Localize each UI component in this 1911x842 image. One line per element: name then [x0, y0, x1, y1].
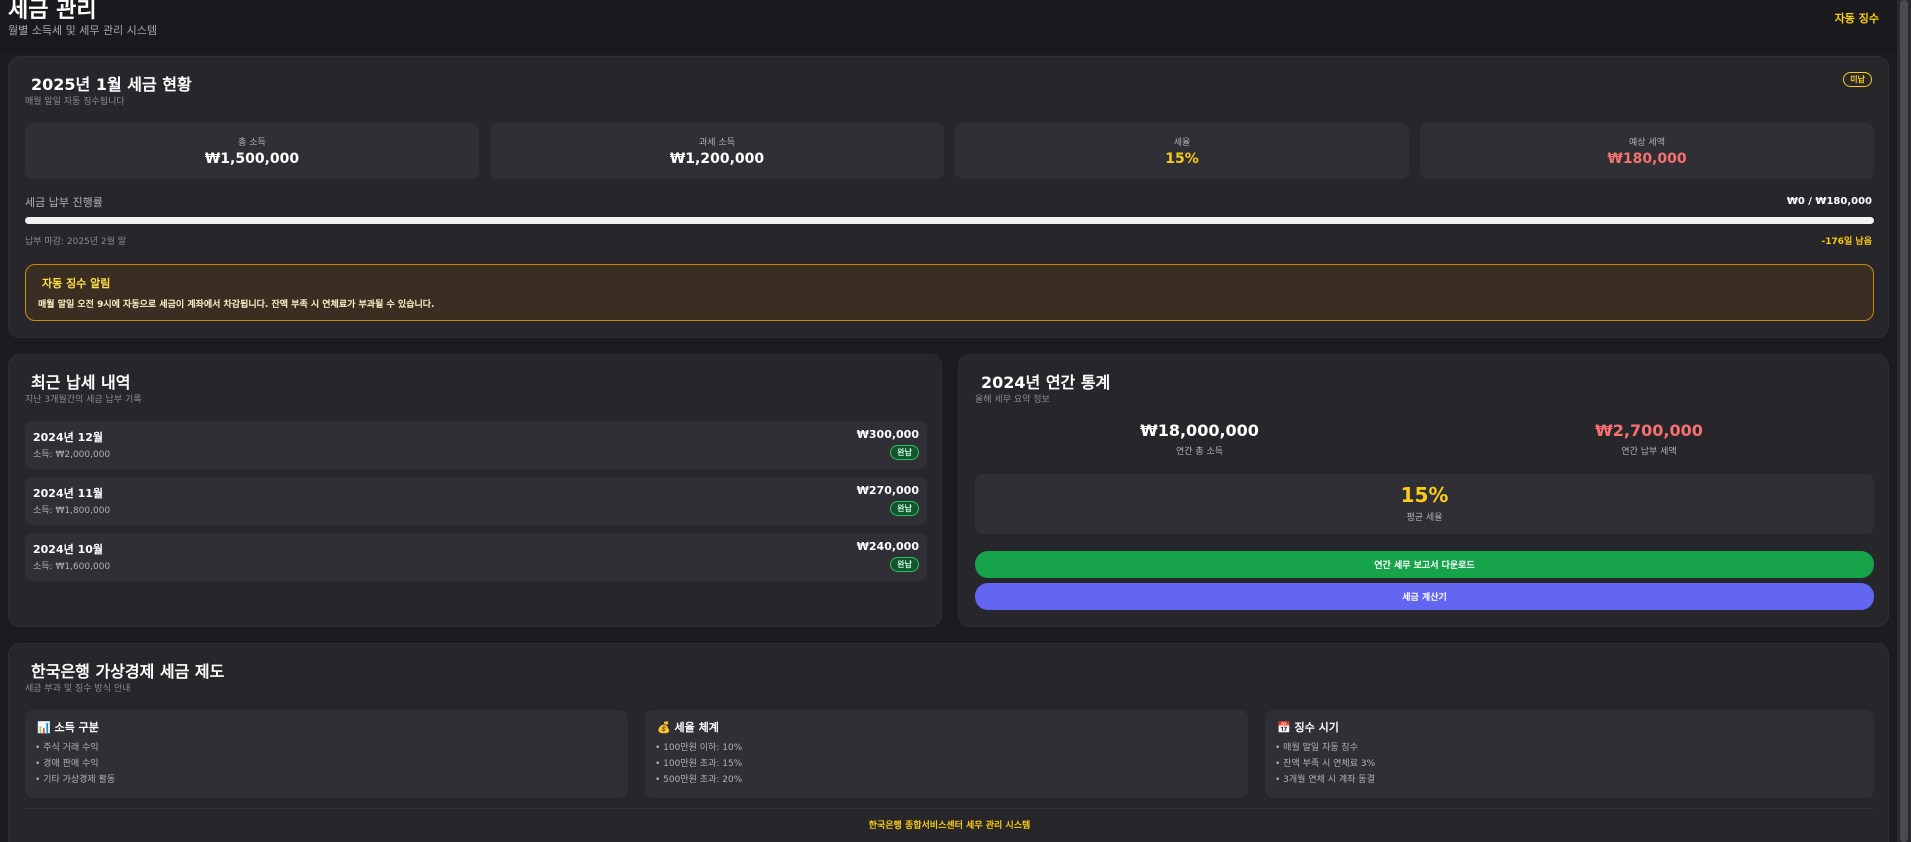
page: 세금 관리 월별 소득세 및 세무 관리 시스템 자동 징수 2025년 1월 … — [0, 0, 1897, 842]
info-list: • 주식 거래 수익 • 경매 판매 수익 • 기타 가상경제 활동 — [35, 740, 115, 788]
avg-rate-label: 평균 세율 — [1406, 513, 1443, 523]
status-subtitle: 매월 말일 자동 징수됩니다 — [25, 97, 125, 107]
tax-rates-box: 💰 세율 체계 • 100만원 이하: 10% • 100만원 초과: 15% … — [645, 710, 1248, 798]
info-item: • 3개월 연체 시 계좌 동결 — [1275, 775, 1375, 785]
recent-title: 최근 납세 내역 — [31, 373, 131, 392]
annual-income-label: 연간 총 소득 — [1175, 447, 1224, 457]
payment-amount: ₩240,000 — [856, 540, 919, 553]
tax-system-card: 한국은행 가상경제 세금 제도 세금 부과 및 징수 방식 안내 📊 소득 구분… — [8, 643, 1889, 842]
info-list: • 100만원 이하: 10% • 100만원 초과: 15% • 500만원 … — [655, 740, 742, 788]
avg-rate-box: 15% 평균 세율 — [975, 474, 1874, 534]
payment-item[interactable]: 2024년 12월 소득: ₩2,000,000 ₩300,000 완납 — [25, 421, 927, 469]
payment-income: 소득: ₩2,000,000 — [33, 450, 111, 460]
payment-month: 2024년 11월 — [33, 487, 103, 500]
status-badge: 미납 — [1843, 72, 1872, 87]
system-subtitle: 세금 부과 및 징수 방식 안내 — [25, 684, 131, 694]
collection-timing-box: 📅 징수 시기 • 매월 말일 자동 징수 • 잔액 부족 시 연체료 3% •… — [1265, 710, 1874, 798]
system-divider — [25, 808, 1874, 809]
progress-label: 세금 납부 진행률 — [25, 196, 103, 209]
payment-month: 2024년 10월 — [33, 543, 103, 556]
info-item: • 잔액 부족 시 연체료 3% — [1275, 759, 1376, 769]
money-bag-icon: 💰 — [657, 721, 671, 734]
stat-box-taxable-income: 과세 소득 ₩1,200,000 — [490, 123, 944, 179]
info-list: • 매월 말일 자동 징수 • 잔액 부족 시 연체료 3% • 3개월 연체 … — [1275, 740, 1375, 788]
paid-badge: 완납 — [890, 501, 919, 516]
stat-label: 세율 — [1173, 138, 1191, 148]
income-types-box: 📊 소득 구분 • 주식 거래 수익 • 경매 판매 수익 • 기타 가상경제 … — [25, 710, 628, 798]
auto-collect-alert: 자동 징수 알림 매월 말일 오전 9시에 자동으로 세금이 계좌에서 차감됩니… — [25, 264, 1874, 321]
recent-subtitle: 지난 3개월간의 세금 납부 기록 — [25, 395, 142, 405]
payment-item[interactable]: 2024년 11월 소득: ₩1,800,000 ₩270,000 완납 — [25, 477, 927, 525]
stat-box-total-income: 총 소득 ₩1,500,000 — [25, 123, 479, 179]
stat-box-expected-tax: 예상 세액 ₩180,000 — [1420, 123, 1874, 179]
tax-calculator-button[interactable]: 세금 계산기 — [975, 583, 1874, 610]
info-item: • 500만원 초과: 20% — [655, 775, 743, 785]
info-heading-label: 징수 시기 — [1294, 721, 1339, 734]
stat-box-tax-rate: 세율 15% — [955, 123, 1409, 179]
download-report-button[interactable]: 연간 세무 보고서 다운로드 — [975, 551, 1874, 578]
days-remaining: -176일 남음 — [1821, 237, 1873, 247]
progress-bar — [25, 217, 1874, 224]
annual-title: 2024년 연간 통계 — [981, 373, 1111, 392]
chart-icon: 📊 — [37, 721, 51, 734]
info-heading-label: 소득 구분 — [54, 721, 99, 734]
annual-tax-block: ₩2,700,000 연간 납부 세액 — [1424, 421, 1874, 457]
scrollbar[interactable] — [1897, 0, 1911, 842]
stat-value: ₩1,500,000 — [204, 151, 300, 167]
stat-label: 예상 세액 — [1629, 138, 1665, 148]
stat-value: 15% — [1165, 151, 1199, 167]
recent-payments-card: 최근 납세 내역 지난 3개월간의 세금 납부 기록 2024년 12월 소득:… — [8, 354, 942, 627]
info-heading-label: 세율 체계 — [674, 721, 719, 734]
annual-income-block: ₩18,000,000 연간 총 소득 — [975, 421, 1424, 457]
annual-income-value: ₩18,000,000 — [1140, 421, 1259, 440]
annual-tax-label: 연간 납부 세액 — [1621, 447, 1677, 457]
page-subtitle: 월별 소득세 및 세무 관리 시스템 — [8, 24, 158, 37]
annual-subtitle: 올해 세무 요약 정보 — [975, 395, 1050, 405]
page-title: 세금 관리 — [8, 0, 97, 23]
calendar-icon: 📅 — [1277, 721, 1291, 734]
paid-badge: 완납 — [890, 445, 919, 460]
system-title: 한국은행 가상경제 세금 제도 — [31, 662, 225, 681]
alert-title: 자동 징수 알림 — [42, 277, 111, 290]
scrollbar-thumb[interactable] — [1900, 0, 1908, 842]
info-item: • 100만원 초과: 15% — [655, 759, 743, 769]
annual-tax-value: ₩2,700,000 — [1595, 421, 1703, 440]
auto-collect-link[interactable]: 자동 징수 — [1835, 10, 1879, 26]
stat-label: 과세 소득 — [699, 138, 735, 148]
info-item: • 100만원 이하: 10% — [655, 743, 743, 753]
progress-value: ₩0 / ₩180,000 — [1786, 196, 1872, 207]
info-item: • 경매 판매 수익 — [35, 759, 99, 769]
payment-income: 소득: ₩1,600,000 — [33, 562, 111, 572]
alert-text: 매월 말일 오전 9시에 자동으로 세금이 계좌에서 차감됩니다. 잔액 부족 … — [38, 300, 435, 310]
info-item: • 주식 거래 수익 — [35, 743, 99, 753]
payment-amount: ₩270,000 — [856, 484, 919, 497]
info-item: • 기타 가상경제 활동 — [35, 775, 116, 785]
info-heading: 📊 소득 구분 — [37, 719, 99, 735]
info-item: • 매월 말일 자동 징수 — [1275, 743, 1358, 753]
payment-amount: ₩300,000 — [856, 428, 919, 441]
payment-month: 2024년 12월 — [33, 431, 103, 444]
payment-income: 소득: ₩1,800,000 — [33, 506, 111, 516]
info-heading: 💰 세율 체계 — [657, 719, 719, 735]
tax-status-card: 2025년 1월 세금 현황 매월 말일 자동 징수됩니다 미납 총 소득 ₩1… — [8, 56, 1889, 338]
avg-rate-value: 15% — [1400, 483, 1449, 507]
app-header: 세금 관리 월별 소득세 및 세무 관리 시스템 자동 징수 — [0, 0, 1897, 52]
stat-label: 총 소득 — [238, 138, 266, 148]
stat-value: ₩1,200,000 — [669, 151, 765, 167]
stat-value: ₩180,000 — [1607, 151, 1687, 167]
paid-badge: 완납 — [890, 557, 919, 572]
info-heading: 📅 징수 시기 — [1277, 719, 1339, 735]
system-footer: 한국은행 종합서비스센터 세무 관리 시스템 — [868, 821, 1031, 831]
deadline-text: 납부 마감: 2025년 2월 말 — [25, 237, 127, 247]
status-title: 2025년 1월 세금 현황 — [31, 75, 192, 94]
annual-stats-card: 2024년 연간 통계 올해 세무 요약 정보 ₩18,000,000 연간 총… — [958, 354, 1889, 627]
payment-item[interactable]: 2024년 10월 소득: ₩1,600,000 ₩240,000 완납 — [25, 533, 927, 581]
